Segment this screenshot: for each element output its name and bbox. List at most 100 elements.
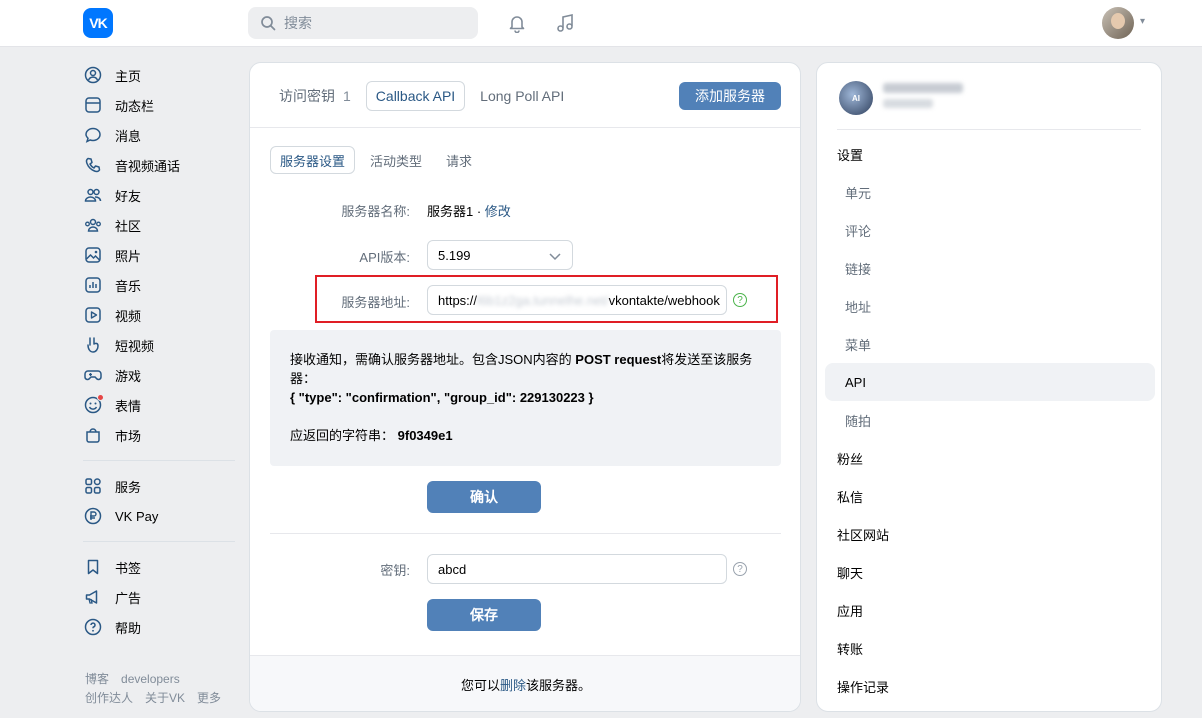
api-version-select[interactable]: 5.199 <box>427 240 573 270</box>
redacted-host: l6b1z2ga.tunnelhe.net/ <box>477 292 609 308</box>
video-icon <box>83 305 103 325</box>
nav-item-stickers[interactable]: 表情 <box>83 390 238 420</box>
nav-item-games[interactable]: 游戏 <box>83 360 238 390</box>
nav-item-bookmarks[interactable]: 书签 <box>83 552 238 582</box>
music-note-icon[interactable] <box>554 12 576 34</box>
chevron-down-icon[interactable]: ▾ <box>1140 16 1145 27</box>
api-version-value: 5.199 <box>438 247 471 263</box>
subtab-server-settings[interactable]: 服务器设置 <box>270 146 356 174</box>
nav-label: 广告 <box>115 590 142 606</box>
server-address-label: 服务器地址: <box>341 295 410 310</box>
nav-item-video[interactable]: 视频 <box>83 300 238 330</box>
confirm-button[interactable]: 确认 <box>427 481 541 513</box>
menu-item-followers[interactable]: 粉丝 <box>825 439 1155 477</box>
nav-label: 好友 <box>115 188 142 204</box>
add-server-button[interactable]: 添加服务器 <box>679 82 781 110</box>
vk-logo[interactable]: VK <box>83 8 113 38</box>
music-icon <box>83 275 103 295</box>
footer-link-developers[interactable]: developers <box>121 672 180 686</box>
market-icon <box>83 425 103 445</box>
nav-item-clips[interactable]: 短视频 <box>83 330 238 360</box>
help-icon <box>83 617 103 637</box>
delete-server-link[interactable]: 删除 <box>500 675 526 694</box>
phone-icon <box>83 155 103 175</box>
search-icon <box>261 16 276 31</box>
nav-label: 动态栏 <box>115 98 155 114</box>
check-status-icon[interactable]: ? <box>733 293 747 307</box>
nav-item-help[interactable]: 帮助 <box>83 612 238 642</box>
nav-item-friends[interactable]: 好友 <box>83 180 238 210</box>
menu-item-messages[interactable]: 私信 <box>825 477 1155 515</box>
bell-icon[interactable] <box>506 12 528 34</box>
menu-item-apps[interactable]: 应用 <box>825 591 1155 629</box>
message-icon <box>83 125 103 145</box>
nav-label: 短视频 <box>115 338 155 354</box>
callback-api-card: 访问密钥 1 Callback API Long Poll API 添加服务器 服… <box>249 62 801 712</box>
search-input[interactable]: 搜索 <box>248 7 478 39</box>
subtab-event-types[interactable]: 活动类型 <box>361 146 431 174</box>
vkpay-icon <box>83 506 103 526</box>
menu-item-transfers[interactable]: 转账 <box>825 629 1155 667</box>
menu-item-chats[interactable]: 聊天 <box>825 553 1155 591</box>
menu-item-stories[interactable]: 随拍 <box>825 401 1155 439</box>
nav-footer: 博客 developers 创作达人 关于VK 更多 ⌄ <box>85 670 245 718</box>
nav-label: 照片 <box>115 248 142 264</box>
nav-item-services[interactable]: 服务 <box>83 471 238 501</box>
info-json: { "type": "confirmation", "group_id": 22… <box>290 390 594 405</box>
divider <box>837 129 1141 130</box>
nav-label: 音乐 <box>115 278 142 294</box>
edit-server-name-link[interactable]: 修改 <box>485 204 511 219</box>
help-icon[interactable]: ? <box>733 562 747 576</box>
nav-divider <box>83 460 235 461</box>
nav-item-community[interactable]: 社区 <box>83 210 238 240</box>
community-management-panel: AI 设置 单元 评论 链接 地址 菜单 API 随拍 粉丝 私信 社区网站 聊… <box>816 62 1162 712</box>
nav-label: 游戏 <box>115 368 142 384</box>
nav-label: 社区 <box>115 218 142 234</box>
api-version-label: API版本: <box>359 250 410 265</box>
smile-icon <box>83 394 104 415</box>
tab-long-poll-api[interactable]: Long Poll API <box>471 81 573 111</box>
nav-item-photos[interactable]: 照片 <box>83 240 238 270</box>
nav-group-misc: 书签 广告 帮助 <box>83 552 238 642</box>
save-button[interactable]: 保存 <box>427 599 541 631</box>
nav-item-newsfeed[interactable]: 动态栏 <box>83 90 238 120</box>
nav-item-vkpay[interactable]: VK Pay <box>83 501 238 531</box>
avatar[interactable] <box>1102 7 1134 39</box>
bookmark-icon <box>83 557 103 577</box>
info-text: 接收通知，需确认服务器地址。包含JSON内容的 POST request将发送至… <box>290 352 753 386</box>
nav-item-market[interactable]: 市场 <box>83 420 238 450</box>
secret-key-input[interactable]: abcd <box>427 554 727 584</box>
menu-item-addresses[interactable]: 地址 <box>825 287 1155 325</box>
search-placeholder: 搜索 <box>284 15 312 31</box>
server-address-input[interactable]: https://l6b1z2ga.tunnelhe.net/vkontakte/… <box>427 285 727 315</box>
menu-item-action-log[interactable]: 操作记录 <box>825 667 1155 705</box>
chevron-down-icon <box>549 253 561 261</box>
nav-item-music[interactable]: 音乐 <box>83 270 238 300</box>
services-icon <box>83 476 103 496</box>
friends-icon <box>83 185 103 205</box>
menu-item-settings[interactable]: 设置 <box>825 135 1155 173</box>
nav-item-home[interactable]: 主页 <box>83 60 238 90</box>
nav-item-calls[interactable]: 音视频通话 <box>83 150 238 180</box>
user-circle-icon <box>83 65 103 85</box>
footer-link-about[interactable]: 关于VK <box>145 691 185 705</box>
nav-item-messages[interactable]: 消息 <box>83 120 238 150</box>
subtab-requests[interactable]: 请求 <box>437 146 481 174</box>
nav-label: 服务 <box>115 479 142 495</box>
menu-item-comments[interactable]: 评论 <box>825 211 1155 249</box>
community-avatar[interactable]: AI <box>839 81 873 115</box>
menu-item-sections[interactable]: 单元 <box>825 173 1155 211</box>
footer-link-creators[interactable]: 创作达人 <box>85 691 133 705</box>
menu-item-links[interactable]: 链接 <box>825 249 1155 287</box>
menu-item-community-site[interactable]: 社区网站 <box>825 515 1155 553</box>
divider <box>270 533 781 534</box>
tab-callback-api[interactable]: Callback API <box>365 81 466 111</box>
tab-access-keys[interactable]: 访问密钥 1 <box>270 81 360 111</box>
nav-item-ads[interactable]: 广告 <box>83 582 238 612</box>
menu-item-menu[interactable]: 菜单 <box>825 325 1155 363</box>
nav-label: 书签 <box>115 560 142 576</box>
server-name-value: 服务器1 · 修改 <box>427 204 511 219</box>
footer-link-blog[interactable]: 博客 <box>85 672 109 686</box>
top-bar: VK 搜索 ▾ <box>0 0 1202 47</box>
menu-item-api[interactable]: API <box>825 363 1155 401</box>
